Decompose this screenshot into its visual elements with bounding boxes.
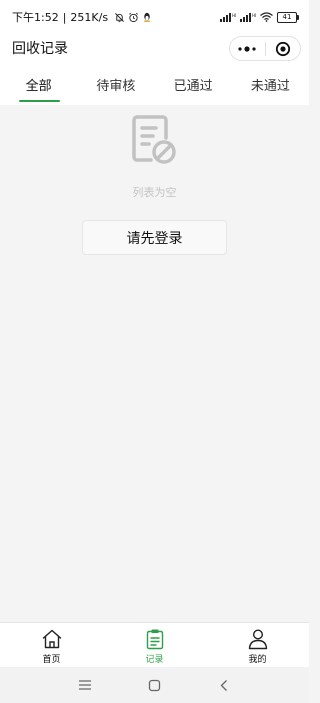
wifi-icon <box>260 12 273 22</box>
user-icon <box>248 629 267 650</box>
login-button[interactable]: 请先登录 <box>82 220 227 255</box>
title-bar: 回收记录 <box>0 34 309 64</box>
tab-rejected[interactable]: 未通过 <box>232 64 309 105</box>
status-bar: 下午1:52 | 251K/s H H 41 <box>0 0 309 34</box>
tab-approved[interactable]: 已通过 <box>155 64 232 105</box>
signal-icon: HD <box>220 13 236 22</box>
tabbar-label: 记录 <box>145 655 164 665</box>
bottom-tab-bar: 首页 记录 我的 <box>0 622 309 668</box>
page-title: 回收记录 <box>12 41 68 57</box>
tab-all[interactable]: 全部 <box>0 64 77 105</box>
mini-program-capsule <box>229 36 301 61</box>
more-menu-button[interactable] <box>230 37 265 60</box>
tabbar-item-records[interactable]: 记录 <box>103 623 206 668</box>
system-navigation-bar <box>0 667 309 703</box>
status-notification-icons <box>114 12 152 23</box>
tabbar-item-mine[interactable]: 我的 <box>206 623 309 668</box>
square-home-icon <box>148 679 161 691</box>
battery-icon: 41 <box>277 11 299 23</box>
svg-text:HD: HD <box>232 13 236 18</box>
tab-label: 已通过 <box>173 79 213 94</box>
qq-penguin-icon <box>144 12 150 22</box>
back-chevron-icon <box>220 679 228 691</box>
empty-list-text: 列表为空 <box>132 186 177 199</box>
tabbar-label: 我的 <box>248 655 267 665</box>
tab-label: 全部 <box>25 79 52 94</box>
status-left: 下午1:52 | 251K/s <box>12 9 152 25</box>
close-mini-program-button[interactable] <box>265 37 300 60</box>
mute-bell-icon <box>115 12 125 22</box>
signal-icon: HD <box>240 13 256 22</box>
status-filter-tabs: 全部 待审核 已通过 未通过 <box>0 64 309 105</box>
clipboard-icon <box>146 629 163 650</box>
tabbar-label: 首页 <box>42 655 61 665</box>
home-system-button[interactable] <box>142 673 166 697</box>
home-icon <box>42 629 61 649</box>
target-close-icon <box>275 41 290 56</box>
tab-label: 未通过 <box>250 79 290 94</box>
tab-pending[interactable]: 待审核 <box>77 64 154 105</box>
recent-apps-button[interactable] <box>73 673 97 697</box>
status-separator: | <box>62 10 67 24</box>
menu-lines-icon <box>78 680 91 690</box>
alarm-icon <box>129 12 139 22</box>
battery-level: 41 <box>282 12 292 21</box>
back-system-button[interactable] <box>212 673 236 697</box>
document-forbidden-icon <box>132 115 176 164</box>
tabbar-item-home[interactable]: 首页 <box>0 623 103 668</box>
more-dots-icon <box>238 45 256 52</box>
svg-text:HD: HD <box>252 13 256 18</box>
status-right: HD HD 41 <box>220 11 299 23</box>
tab-label: 待审核 <box>96 79 136 94</box>
status-net-speed: 251K/s <box>70 10 109 24</box>
status-time: 下午1:52 <box>12 11 59 24</box>
